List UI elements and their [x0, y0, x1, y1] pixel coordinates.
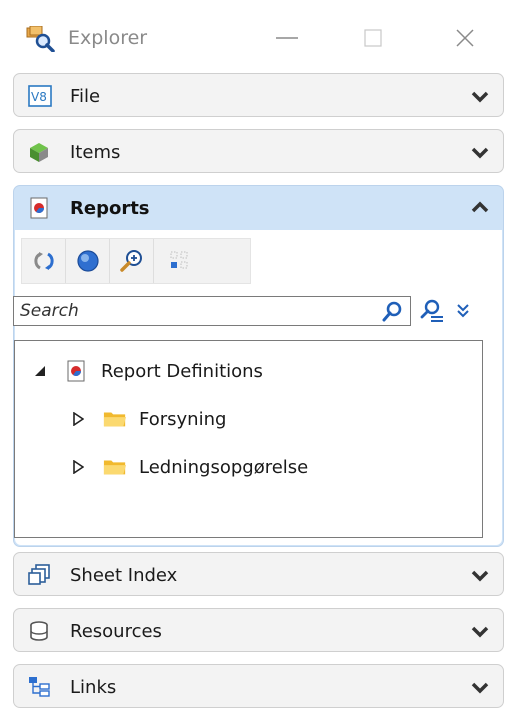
chevron-down-icon — [471, 568, 489, 582]
section-file-label: File — [70, 86, 101, 107]
close-icon — [456, 29, 474, 47]
section-file[interactable]: V8 File — [13, 73, 504, 117]
reports-toolbar — [21, 238, 251, 284]
double-chevron-down-icon[interactable] — [453, 300, 473, 322]
tree-node-ledningsopgorelse[interactable]: Ledningsopgørelse — [67, 451, 308, 483]
tree-node-report-definitions[interactable]: Report Definitions — [29, 355, 263, 387]
section-items-label: Items — [70, 142, 121, 163]
section-resources-label: Resources — [70, 621, 162, 642]
svg-text:V8: V8 — [31, 90, 47, 104]
globe-icon — [76, 250, 99, 272]
search-box — [13, 296, 411, 326]
chevron-down-icon — [471, 624, 489, 638]
section-links-label: Links — [70, 677, 117, 698]
resources-db-icon — [28, 620, 50, 642]
chevron-down-icon — [471, 89, 489, 103]
maximize-icon — [364, 29, 382, 47]
tree-node-label: Report Definitions — [101, 360, 263, 382]
maximize-button[interactable] — [350, 20, 396, 56]
tree-collapsed-icon[interactable] — [67, 408, 89, 430]
zoom-in-icon — [119, 250, 142, 272]
section-resources[interactable]: Resources — [13, 608, 504, 652]
section-links[interactable]: Links — [13, 664, 504, 708]
minimize-button[interactable] — [264, 20, 310, 56]
refresh-button[interactable] — [22, 239, 66, 283]
window-title: Explorer — [68, 27, 148, 49]
report-tree: Report Definitions Forsyning Ledningsopg… — [14, 340, 483, 538]
report-icon — [28, 197, 50, 219]
zoom-in-button[interactable] — [110, 239, 154, 283]
sheet-index-icon — [28, 564, 50, 586]
section-sheet-index-label: Sheet Index — [70, 565, 178, 586]
folder-icon — [103, 408, 127, 430]
folder-icon — [103, 456, 127, 478]
section-reports-label[interactable]: Reports — [70, 198, 150, 219]
tree-node-label: Ledningsopgørelse — [139, 456, 309, 478]
tree-node-forsyning[interactable]: Forsyning — [67, 403, 226, 435]
search-row — [13, 296, 491, 326]
chevron-down-icon — [471, 145, 489, 159]
section-sheet-index[interactable]: Sheet Index — [13, 552, 504, 596]
report-icon — [65, 360, 89, 382]
close-button[interactable] — [442, 20, 488, 56]
links-tree-icon — [28, 676, 50, 698]
section-items[interactable]: Items — [13, 129, 504, 173]
tree-node-label: Forsyning — [139, 408, 227, 430]
select-grid-button[interactable] — [154, 239, 206, 283]
v8-file-icon: V8 — [28, 85, 52, 107]
select-grid-icon — [170, 251, 188, 269]
globe-button[interactable] — [66, 239, 110, 283]
tree-expanded-icon[interactable] — [29, 360, 51, 382]
search-input[interactable] — [20, 300, 360, 322]
advanced-search-icon[interactable] — [417, 298, 445, 324]
refresh-icon — [33, 252, 54, 270]
chevron-down-icon — [471, 680, 489, 694]
items-cube-icon — [28, 141, 50, 163]
chevron-up-icon[interactable] — [471, 199, 489, 213]
explorer-magnifier-icon — [26, 25, 56, 53]
minimize-icon — [276, 37, 298, 39]
search-icon[interactable] — [380, 300, 404, 324]
tree-collapsed-icon[interactable] — [67, 456, 89, 478]
title-bar: Explorer — [0, 0, 507, 66]
